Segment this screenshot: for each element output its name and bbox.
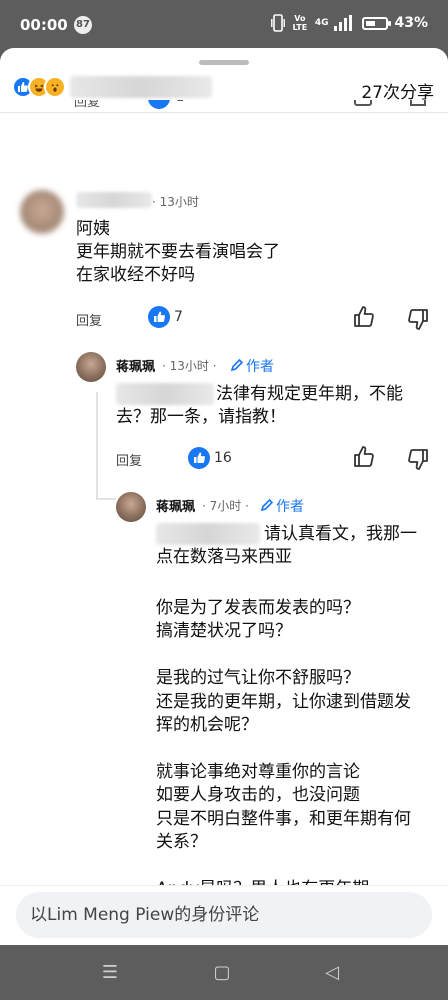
- avatar[interactable]: [76, 352, 106, 382]
- thread-line: [96, 392, 98, 500]
- home-icon[interactable]: ▢: [210, 961, 234, 985]
- blurred-reactor-names: [70, 76, 212, 98]
- comments-sheet: 27次分享 回复 1 · 13小时 阿姨 更年期就不要去看演唱会了 在家收经不好…: [0, 48, 448, 945]
- commenter-name[interactable]: 蒋珮珮: [116, 356, 155, 375]
- thumbs-down-icon[interactable]: [406, 447, 430, 471]
- like-count: 7: [174, 309, 183, 325]
- pencil-icon: [230, 358, 244, 372]
- status-time: 00:00: [20, 16, 68, 34]
- vibrate-icon: [270, 14, 285, 32]
- like-badge-icon: [188, 447, 210, 469]
- menu-icon[interactable]: ☰: [98, 961, 122, 985]
- cut-off-action-row: 回复 1: [0, 100, 448, 110]
- like-count: 16: [214, 450, 232, 466]
- comment-text: 阿姨 更年期就不要去看演唱会了 在家收经不好吗: [76, 219, 280, 285]
- system-nav-bar: ☰ ▢ ◁: [0, 945, 448, 1000]
- thumbs-up-icon[interactable]: [352, 305, 376, 329]
- pencil-icon: [260, 498, 274, 512]
- comment-time: · 13小时 ·: [162, 359, 217, 373]
- comment-text-first: 请认真看文，我那一点在数落马来西亚: [156, 524, 417, 567]
- author-badge: 作者: [246, 359, 274, 375]
- thread-connector: [96, 498, 116, 500]
- wow-reaction-icon: [44, 76, 66, 98]
- like-count: 1: [176, 100, 184, 105]
- comment-text-rest: 你是为了发表而发表的吗？ 搞清楚状况了吗？ 是我的过气让你不舒服吗？ 还是我的更…: [156, 598, 411, 890]
- comment-input[interactable]: 以Lim Meng Piew的身份评论: [16, 892, 432, 938]
- avatar[interactable]: [116, 492, 146, 522]
- thumbs-up-icon[interactable]: [352, 445, 376, 469]
- like-badge-icon: [148, 100, 170, 109]
- reply-button[interactable]: 回复: [116, 450, 142, 469]
- comment-composer: 以Lim Meng Piew的身份评论: [0, 885, 448, 945]
- commenter-name[interactable]: 蒋珮珮: [156, 496, 195, 515]
- author-badge: 作者: [276, 499, 304, 515]
- comment-text: 法律有规定更年期，不能去？那一条，请指教！: [116, 384, 403, 427]
- network-label: 4G: [314, 18, 329, 28]
- back-icon[interactable]: ◁: [320, 961, 344, 985]
- comment-time: · 7小时 ·: [202, 499, 249, 513]
- drag-handle[interactable]: [199, 60, 249, 65]
- like-badge-icon: [148, 306, 170, 328]
- reaction-summary[interactable]: [12, 76, 66, 98]
- status-icons: Vo LTE 4G 43%: [270, 14, 428, 32]
- commenter-name-blurred[interactable]: [76, 192, 152, 208]
- battery-percent: 43%: [394, 15, 428, 31]
- comment-time: · 13小时: [152, 195, 199, 209]
- signal-icon: [334, 15, 353, 31]
- dislike-action-icon[interactable]: [410, 100, 426, 106]
- avatar[interactable]: [20, 190, 64, 234]
- header-divider: [0, 112, 448, 113]
- like-action-icon[interactable]: [354, 100, 372, 106]
- comments-list[interactable]: 回复 1 · 13小时 阿姨 更年期就不要去看演唱会了 在家收经不好吗 回复 7: [0, 100, 448, 890]
- reply-button[interactable]: 回复: [74, 100, 100, 110]
- notification-count-badge: 87: [74, 16, 92, 34]
- volte-label: Vo LTE: [292, 14, 308, 32]
- thumbs-down-icon[interactable]: [406, 307, 430, 331]
- status-bar: 00:00 87 Vo LTE 4G 43%: [0, 0, 448, 50]
- battery-icon: [362, 16, 392, 30]
- reply-button[interactable]: 回复: [76, 310, 102, 329]
